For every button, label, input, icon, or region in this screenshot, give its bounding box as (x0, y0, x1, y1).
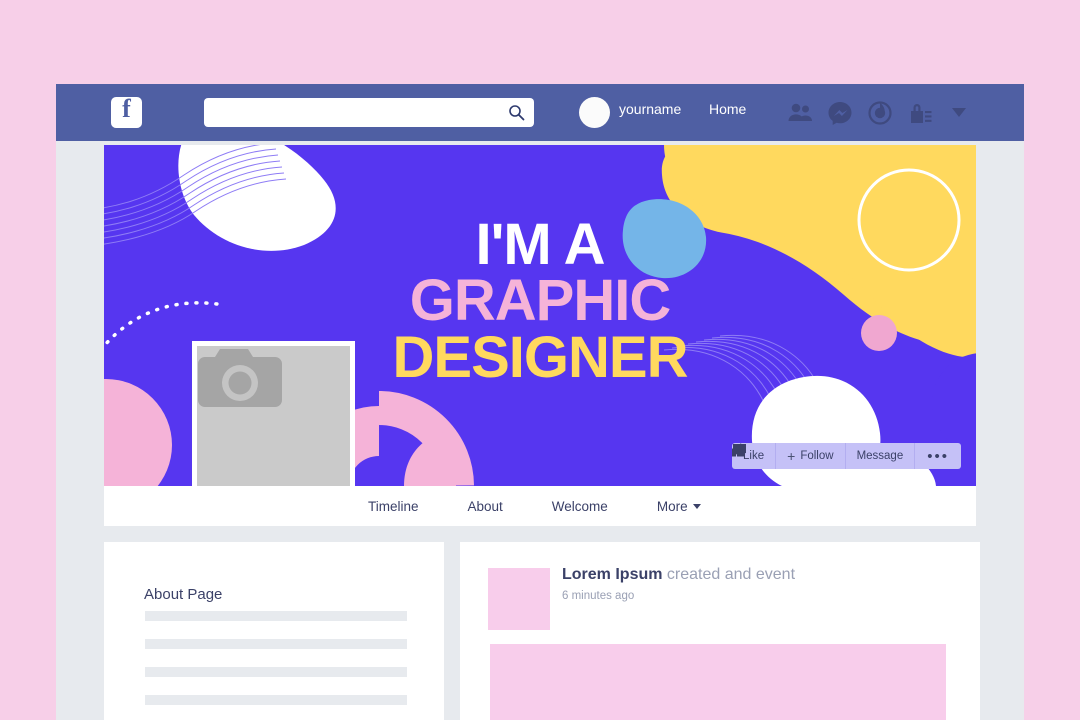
camera-icon (198, 349, 282, 407)
page-background: f yourname Home I'M A GRAPHIC DESIGNER L… (0, 0, 1080, 720)
post-card: Lorem Ipsum created and event 6 minutes … (460, 542, 980, 720)
privacy-lock-icon[interactable] (906, 99, 934, 127)
profile-tab-bar: Timeline About Welcome More (104, 486, 976, 526)
cover-photo[interactable]: I'M A GRAPHIC DESIGNER Like + Follow Mes… (104, 145, 976, 486)
friend-requests-icon[interactable] (786, 99, 814, 127)
message-button[interactable]: Message (733, 443, 915, 469)
tab-more-label: More (656, 498, 688, 514)
placeholder-bar (145, 667, 407, 677)
cover-action-buttons: Like + Follow Message ••• (732, 443, 961, 469)
follow-button[interactable]: + Follow (775, 443, 845, 469)
top-bar-icons (786, 99, 1016, 127)
more-options-button[interactable]: ••• (914, 443, 961, 469)
tab-about[interactable]: About (468, 499, 503, 514)
post-title: Lorem Ipsum created and event (562, 566, 795, 584)
profile-card: I'M A GRAPHIC DESIGNER Like + Follow Mes… (104, 145, 976, 526)
facebook-logo-glyph: f (122, 94, 131, 123)
facebook-page-window: f yourname Home I'M A GRAPHIC DESIGNER L… (56, 84, 1024, 720)
post-image[interactable] (490, 644, 946, 720)
facebook-logo-icon[interactable]: f (111, 94, 142, 128)
search-icon[interactable] (508, 104, 525, 121)
post-action-text: created and event (662, 566, 796, 583)
search-box[interactable] (204, 98, 534, 127)
tab-more[interactable]: More (657, 499, 701, 514)
about-placeholder-lines (145, 611, 407, 720)
profile-name-link[interactable]: yourname (619, 101, 681, 117)
message-button-label: Message (856, 450, 904, 462)
account-dropdown-icon[interactable] (952, 107, 966, 119)
tab-timeline-label: Timeline (368, 498, 419, 514)
follow-button-label: Follow (800, 450, 834, 462)
avatar[interactable] (579, 97, 610, 128)
search-input[interactable] (214, 98, 499, 127)
tab-welcome-label: Welcome (551, 498, 608, 514)
post-author-avatar[interactable] (488, 568, 550, 630)
notifications-icon[interactable] (866, 99, 894, 127)
plus-icon: + (787, 448, 796, 464)
about-page-title: About Page (144, 586, 223, 603)
tab-welcome[interactable]: Welcome (552, 499, 608, 514)
profile-tabs: Timeline About Welcome More (368, 486, 701, 526)
home-link[interactable]: Home (709, 101, 746, 117)
tab-about-label: About (467, 498, 503, 514)
more-options-icon: ••• (927, 447, 949, 465)
placeholder-bar (145, 639, 407, 649)
placeholder-bar (145, 695, 407, 705)
chevron-down-icon (692, 504, 701, 510)
messenger-icon[interactable] (826, 99, 854, 127)
about-page-card: About Page (104, 542, 444, 720)
post-author-name[interactable]: Lorem Ipsum (562, 566, 662, 583)
post-timestamp: 6 minutes ago (562, 590, 635, 602)
tab-timeline[interactable]: Timeline (368, 499, 419, 514)
profile-photo-placeholder (197, 346, 350, 486)
profile-photo[interactable] (192, 341, 355, 486)
top-navigation-bar: f yourname Home (56, 84, 1024, 141)
message-bubble-icon (733, 444, 747, 457)
placeholder-bar (145, 611, 407, 621)
